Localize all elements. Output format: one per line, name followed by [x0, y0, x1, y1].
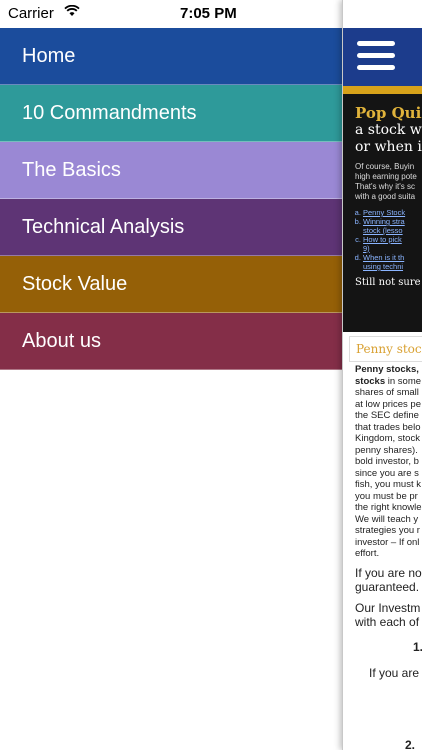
article-line: at low prices pe — [355, 398, 422, 410]
article-line: stocks in some — [355, 375, 422, 387]
menu-item-about-us[interactable]: About us — [0, 313, 342, 370]
step-2-label: 2. — [405, 738, 416, 750]
paragraph-2: Our Investm with each of — [355, 601, 421, 629]
article-line: fish, you must k — [355, 479, 421, 490]
article-line: investor – If onl — [355, 536, 420, 548]
menu-item-stock-value[interactable]: Stock Value — [0, 256, 342, 313]
article-line: Penny stocks, — [355, 364, 419, 375]
clock: 7:05 PM — [180, 5, 237, 22]
article-line: since you are s — [355, 467, 419, 479]
quiz-link[interactable]: Winning strastock (lesso — [363, 217, 422, 235]
carrier-label: Carrier — [8, 5, 54, 22]
menu-item-the-basics[interactable]: The Basics — [0, 142, 342, 199]
menu-item-home[interactable]: Home — [0, 28, 342, 85]
menu-item-technical-analysis[interactable]: Technical Analysis — [0, 199, 342, 256]
article-line: effort. — [355, 548, 380, 559]
quiz-line-3: or when it — [355, 139, 422, 155]
article-line: penny shares). — [355, 444, 418, 456]
article-line: strategies you r — [355, 525, 420, 536]
side-menu: Home 10 Commandments The Basics Technical A… — [0, 28, 342, 370]
pop-quiz-banner: Pop Quiz a stock wh or when it Of course… — [343, 86, 422, 332]
article-line: you must be pr — [355, 490, 418, 502]
paragraph-3: If you are — [369, 666, 420, 680]
article-line: the SEC define — [355, 410, 419, 421]
article-text: Penny stocks, stocks in some shares of sma… — [355, 364, 422, 560]
quiz-footer: Still not sure L — [355, 277, 422, 288]
article-line: the right knowle — [355, 502, 422, 513]
paragraph-1: If you are no guaranteed. — [355, 566, 422, 594]
article-line: Kingdom, stock — [355, 433, 420, 444]
menu-item-10-commandments[interactable]: 10 Commandments — [0, 85, 342, 142]
quiz-title: Pop Quiz — [355, 104, 422, 122]
quiz-links: Penny Stock Winning strastock (lesso How… — [355, 208, 422, 271]
hamburger-menu-icon[interactable] — [357, 41, 395, 73]
wifi-icon — [64, 4, 80, 20]
quiz-link[interactable]: When is it thusing techni — [363, 253, 422, 271]
quiz-line-2: a stock wh — [355, 122, 422, 138]
article-line: bold investor, b — [355, 456, 419, 467]
article-line: shares of small — [355, 387, 419, 398]
quiz-link[interactable]: How to pick9) — [363, 235, 422, 253]
article-line: that trades belo — [355, 421, 421, 433]
nav-bar — [343, 28, 422, 86]
step-1-label: 1. — [413, 640, 422, 654]
quiz-link[interactable]: Penny Stock — [363, 208, 422, 217]
article-line: We will teach y — [355, 513, 419, 525]
content-panel[interactable]: Pop Quiz a stock wh or when it Of course… — [342, 0, 422, 750]
penny-stock-heading: Penny stock — [349, 336, 422, 362]
quiz-body: Of course, Buyin high earning pote That'… — [355, 162, 417, 201]
